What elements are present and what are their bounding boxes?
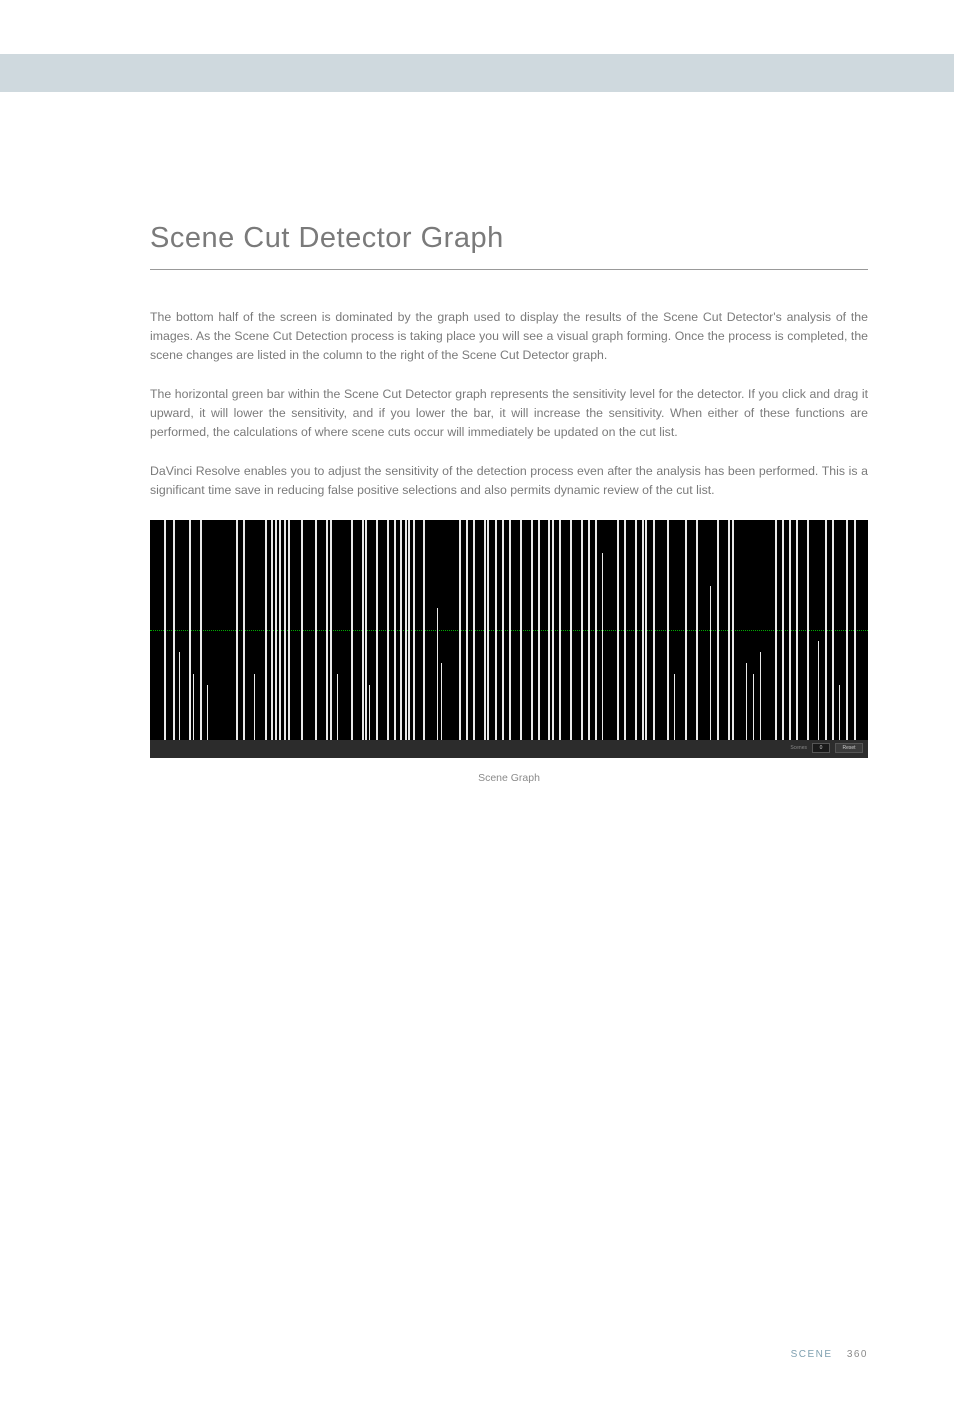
paragraph-1: The bottom half of the screen is dominat… bbox=[150, 308, 868, 365]
graph-bar bbox=[284, 520, 286, 740]
graph-bar bbox=[624, 520, 626, 740]
graph-bar bbox=[710, 586, 711, 740]
graph-bar bbox=[846, 520, 848, 740]
graph-bar bbox=[193, 674, 194, 740]
graph-bar bbox=[369, 685, 370, 740]
graph-bar bbox=[696, 520, 698, 740]
graph-bar bbox=[509, 520, 511, 740]
graph-bar bbox=[265, 520, 267, 740]
graph-bar bbox=[495, 520, 497, 740]
graph-bar bbox=[315, 520, 317, 740]
page-content: Scene Cut Detector Graph The bottom half… bbox=[0, 92, 954, 784]
graph-bar bbox=[825, 520, 827, 740]
graph-bar bbox=[459, 520, 461, 740]
graph-bar bbox=[362, 520, 364, 740]
graph-bar bbox=[775, 520, 777, 740]
graph-footer: Scenes 0 Reset bbox=[150, 740, 868, 758]
graph-bar bbox=[832, 520, 834, 740]
graph-bar bbox=[617, 520, 619, 740]
graph-bar bbox=[548, 520, 550, 740]
graph-bar bbox=[552, 520, 554, 740]
graph-bar bbox=[746, 663, 747, 740]
scene-cut-graph: Scenes 0 Reset bbox=[150, 520, 868, 758]
graph-bar bbox=[351, 520, 353, 740]
graph-canvas[interactable] bbox=[150, 520, 868, 740]
figure-caption: Scene Graph bbox=[150, 772, 868, 784]
graph-bar bbox=[236, 520, 238, 740]
graph-bar bbox=[538, 520, 540, 740]
graph-bar bbox=[275, 520, 277, 740]
graph-bar bbox=[413, 520, 415, 740]
scenes-label: Scenes bbox=[790, 745, 807, 751]
graph-bar bbox=[189, 520, 191, 740]
paragraph-3: DaVinci Resolve enables you to adjust th… bbox=[150, 462, 868, 500]
graph-bar bbox=[179, 652, 180, 740]
graph-bar bbox=[531, 520, 533, 740]
graph-bar bbox=[732, 520, 734, 740]
graph-bar bbox=[400, 520, 402, 740]
graph-bar bbox=[595, 520, 597, 740]
graph-bar bbox=[635, 520, 637, 740]
graph-bar bbox=[365, 520, 367, 740]
graph-bar bbox=[753, 674, 754, 740]
graph-bar bbox=[760, 652, 761, 740]
graph-bar bbox=[728, 520, 730, 740]
graph-bar bbox=[602, 553, 603, 740]
graph-bar bbox=[337, 674, 338, 740]
graph-bar bbox=[243, 520, 245, 740]
reset-button[interactable]: Reset bbox=[835, 743, 863, 753]
graph-bar bbox=[796, 520, 798, 740]
graph-bar bbox=[581, 520, 583, 740]
graph-bar bbox=[854, 520, 856, 740]
graph-bar bbox=[376, 520, 378, 740]
graph-bar bbox=[807, 520, 809, 740]
header-band bbox=[0, 54, 954, 92]
graph-bar bbox=[387, 520, 389, 740]
graph-bar bbox=[839, 685, 840, 740]
graph-bar bbox=[164, 520, 166, 740]
graph-bar bbox=[254, 674, 255, 740]
paragraph-2: The horizontal green bar within the Scen… bbox=[150, 385, 868, 442]
graph-bar bbox=[667, 520, 669, 740]
graph-bar bbox=[326, 520, 328, 740]
graph-bar bbox=[559, 520, 561, 740]
graph-bar bbox=[789, 520, 791, 740]
graph-bar bbox=[279, 520, 281, 740]
graph-bar bbox=[520, 520, 522, 740]
graph-bar bbox=[502, 520, 504, 740]
graph-bar bbox=[674, 674, 675, 740]
graph-bar bbox=[782, 520, 784, 740]
graph-bar bbox=[466, 520, 468, 740]
graph-bar bbox=[818, 641, 819, 740]
page-title: Scene Cut Detector Graph bbox=[150, 222, 868, 270]
graph-bar bbox=[685, 520, 687, 740]
graph-bar bbox=[301, 520, 303, 740]
graph-bar bbox=[330, 520, 332, 740]
footer-section: SCENE bbox=[791, 1349, 833, 1360]
graph-bar bbox=[394, 520, 396, 740]
graph-bar bbox=[473, 520, 475, 740]
graph-bar bbox=[484, 520, 486, 740]
graph-bar bbox=[271, 520, 273, 740]
graph-bar bbox=[173, 520, 175, 740]
scenes-count-field[interactable]: 0 bbox=[812, 743, 830, 753]
graph-bar bbox=[200, 520, 202, 740]
graph-bar bbox=[642, 520, 644, 740]
graph-bar bbox=[570, 520, 572, 740]
graph-bar bbox=[441, 663, 442, 740]
graph-bar bbox=[437, 608, 438, 740]
graph-bar bbox=[408, 520, 410, 740]
footer-page-number: 360 bbox=[847, 1349, 868, 1360]
graph-bar bbox=[645, 520, 647, 740]
graph-bar bbox=[717, 520, 719, 740]
page-footer: SCENE 360 bbox=[791, 1349, 868, 1360]
graph-bar bbox=[588, 520, 590, 740]
graph-bar bbox=[487, 520, 489, 740]
graph-bar bbox=[653, 520, 655, 740]
graph-bar bbox=[405, 520, 407, 740]
graph-bar bbox=[288, 520, 290, 740]
graph-bar bbox=[207, 685, 208, 740]
graph-bar bbox=[423, 520, 425, 740]
